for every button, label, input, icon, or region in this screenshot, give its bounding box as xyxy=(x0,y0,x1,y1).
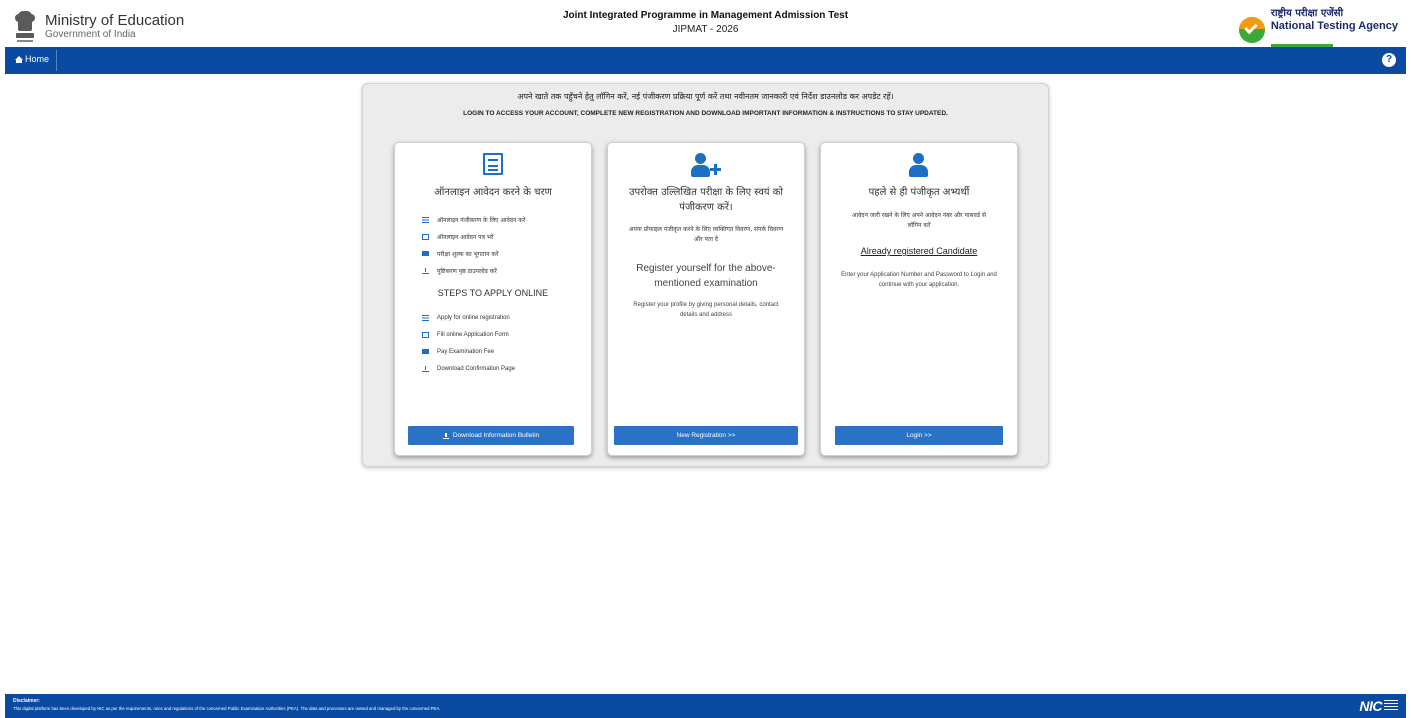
steps-list-english: Apply for online registration Fill onlin… xyxy=(422,309,583,377)
steps-title-english: STEPS TO APPLY ONLINE xyxy=(437,288,549,298)
file-icon xyxy=(422,331,429,338)
nic-logo: NIC xyxy=(1359,698,1398,714)
file-icon xyxy=(422,233,429,240)
download-bulletin-button[interactable]: Download Information Bulletin xyxy=(408,426,574,445)
registration-subtitle-hindi: अपना प्रोफाइल पंजीकृत करने के लिए व्यक्त… xyxy=(628,226,784,243)
new-registration-button[interactable]: New Registration >> xyxy=(614,426,798,445)
registration-title-english: Register yourself for the above-mentione… xyxy=(636,263,776,289)
download-icon xyxy=(422,365,429,372)
main-navbar: Home ? xyxy=(5,47,1406,74)
disclaimer-title: Disclaimer: xyxy=(13,698,40,704)
list-item: Fill online Application Form xyxy=(422,326,583,343)
list-item: ऑनलाइन पंजीकरण के लिए आवेदन करें xyxy=(422,211,583,228)
login-button[interactable]: Login >> xyxy=(835,426,1003,445)
exam-full-name: Joint Integrated Programme in Management… xyxy=(562,10,849,21)
accessibility-icon[interactable]: ? xyxy=(1382,53,1396,67)
page-footer: Disclaimer: This digital platform has be… xyxy=(5,694,1406,718)
steps-title-hindi: ऑनलाइन आवेदन करने के चरण xyxy=(434,187,552,198)
nav-divider xyxy=(56,50,57,71)
nta-hindi-name: राष्ट्रीय परीक्षा एजेंसी xyxy=(1270,8,1344,19)
home-icon xyxy=(15,55,23,63)
list-icon xyxy=(422,314,429,321)
exam-title-block: Joint Integrated Programme in Management… xyxy=(5,10,1406,35)
download-icon xyxy=(442,432,449,439)
login-subtitle-hindi: आवेदन जारी रखने के लिए अपने आवेदन नंबर औ… xyxy=(851,212,987,229)
exam-short-name: JIPMAT - 2026 xyxy=(672,24,739,35)
credit-card-icon xyxy=(422,251,429,256)
login-panel: अपने खाते तक पहुँचने हेतु लॉगिन करें, नई… xyxy=(362,83,1049,467)
login-subtitle-english: Enter your Application Number and Passwo… xyxy=(841,272,997,288)
nta-english-name: National Testing Agency xyxy=(1270,20,1398,32)
list-item: Apply for online registration xyxy=(422,309,583,326)
steps-list-hindi: ऑनलाइन पंजीकरण के लिए आवेदन करें ऑनलाइन … xyxy=(422,211,583,279)
registration-card: उपरोक्त उल्लिखित परीक्षा के लिए स्वयं को… xyxy=(607,142,805,456)
user-icon xyxy=(909,153,929,177)
registration-title-hindi: उपरोक्त उल्लिखित परीक्षा के लिए स्वयं को… xyxy=(628,187,784,213)
list-item: परीक्षा शुल्क का भुगतान करें xyxy=(422,245,583,262)
disclaimer-text: This digital platform has been developed… xyxy=(13,706,441,711)
nic-logo-text: NIC xyxy=(1359,698,1382,714)
credit-card-icon xyxy=(422,349,429,354)
intro-hindi-text: अपने खाते तक पहुँचने हेतु लॉगिन करें, नई… xyxy=(517,92,894,101)
nav-home-link[interactable]: Home xyxy=(15,54,49,64)
nta-logo: राष्ट्रीय परीक्षा एजेंसी National Testin… xyxy=(1238,8,1398,52)
list-item: पुष्टिकरण पृष्ठ डाउनलोड करें xyxy=(422,262,583,279)
nav-home-label: Home xyxy=(25,54,50,64)
nic-logo-lines xyxy=(1384,700,1398,712)
registration-subtitle-english: Register your profile by giving personal… xyxy=(633,302,779,318)
page-header: Ministry of Education Government of Indi… xyxy=(5,5,1406,48)
intro-english-text: LOGIN TO ACCESS YOUR ACCOUNT, COMPLETE N… xyxy=(463,110,948,117)
list-icon xyxy=(422,216,429,223)
login-card: पहले से ही पंजीकृत अभ्यर्थी आवेदन जारी र… xyxy=(820,142,1018,456)
user-plus-icon xyxy=(689,153,723,177)
list-item: ऑनलाइन आवेदन पत्र भरें xyxy=(422,228,583,245)
document-icon xyxy=(483,153,503,175)
already-registered-link[interactable]: Already registered Candidate xyxy=(821,246,1017,256)
list-item: Pay Examination Fee xyxy=(422,343,583,360)
login-title-hindi: पहले से ही पंजीकृत अभ्यर्थी xyxy=(868,187,970,198)
list-item: Download Confirmation Page xyxy=(422,360,583,377)
steps-card: ऑनलाइन आवेदन करने के चरण ऑनलाइन पंजीकरण … xyxy=(394,142,592,456)
nta-check-icon xyxy=(1238,17,1265,43)
download-icon xyxy=(422,267,429,274)
